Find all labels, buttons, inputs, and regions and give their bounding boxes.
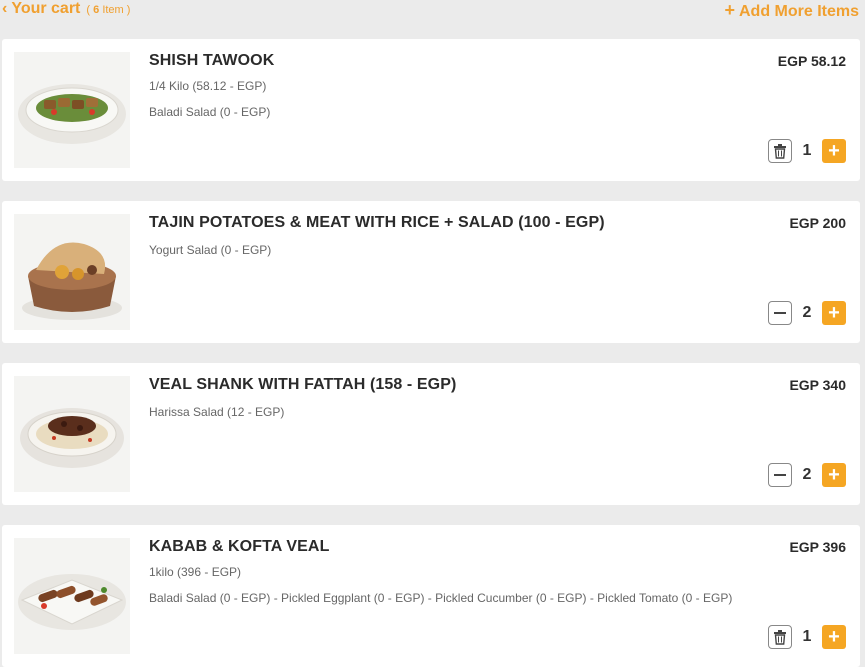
item-price: EGP 200 [789,215,846,231]
quantity-stepper: 1 + [768,139,846,163]
quantity-value: 1 [802,628,812,645]
increase-quantity-button[interactable]: + [822,463,846,487]
plus-icon: + [828,140,840,162]
plus-icon: + [828,626,840,648]
food-image-tajin [14,214,130,330]
remove-item-button[interactable] [768,139,792,163]
plus-icon: + [724,0,735,20]
item-name: VEAL SHANK WITH FATTAH (158 - EGP) [149,376,457,393]
item-option: Baladi Salad (0 - EGP) [149,105,271,119]
minus-icon [774,474,786,476]
trash-icon [774,143,786,159]
quantity-stepper: 1 + [768,625,846,649]
item-option: 1/4 Kilo (58.12 - EGP) [149,79,267,93]
quantity-value: 1 [802,142,812,159]
plus-icon: + [828,302,840,324]
cart-header: ‹ Your cart ( 6 Item ) + Add More Items [0,0,865,22]
chevron-left-icon: ‹ [2,0,8,17]
item-option: Yogurt Salad (0 - EGP) [149,243,272,257]
remove-item-button[interactable] [768,625,792,649]
item-price: EGP 340 [789,377,846,393]
cart-item: KABAB & KOFTA VEAL 1kilo (396 - EGP) Bal… [2,525,860,667]
quantity-stepper: 2 + [768,301,846,325]
item-option: 1kilo (396 - EGP) [149,565,242,579]
trash-icon [774,629,786,645]
food-image-kabab-kofta [14,538,130,654]
quantity-value: 2 [802,466,812,483]
item-option: Baladi Salad (0 - EGP) - Pickled Eggplan… [149,591,733,605]
add-more-items-button[interactable]: + Add More Items [724,0,859,20]
item-name: SHISH TAWOOK [149,52,275,69]
food-image-shish-tawook [14,52,130,168]
cart-item: TAJIN POTATOES & MEAT WITH RICE + SALAD … [2,201,860,343]
item-price: EGP 58.12 [777,53,846,69]
plus-icon: + [828,464,840,486]
quantity-value: 2 [802,304,812,321]
increase-quantity-button[interactable]: + [822,625,846,649]
cart-item: SHISH TAWOOK 1/4 Kilo (58.12 - EGP) Bala… [2,39,860,181]
decrease-quantity-button[interactable] [768,301,792,325]
quantity-stepper: 2 + [768,463,846,487]
cart-item-count: ( 6 Item ) [86,4,131,16]
back-to-menu-link[interactable]: ‹ Your cart ( 6 Item ) [2,0,130,20]
increase-quantity-button[interactable]: + [822,139,846,163]
item-name: KABAB & KOFTA VEAL [149,538,330,555]
add-more-items-label: Add More Items [738,3,859,20]
item-price: EGP 396 [789,539,846,555]
cart-title: Your cart [11,0,81,17]
minus-icon [774,312,786,314]
item-name: TAJIN POTATOES & MEAT WITH RICE + SALAD … [149,214,605,231]
cart-item: VEAL SHANK WITH FATTAH (158 - EGP) Haris… [2,363,860,505]
increase-quantity-button[interactable]: + [822,301,846,325]
item-option: Harissa Salad (12 - EGP) [149,405,285,419]
decrease-quantity-button[interactable] [768,463,792,487]
food-image-veal-shank [14,376,130,492]
